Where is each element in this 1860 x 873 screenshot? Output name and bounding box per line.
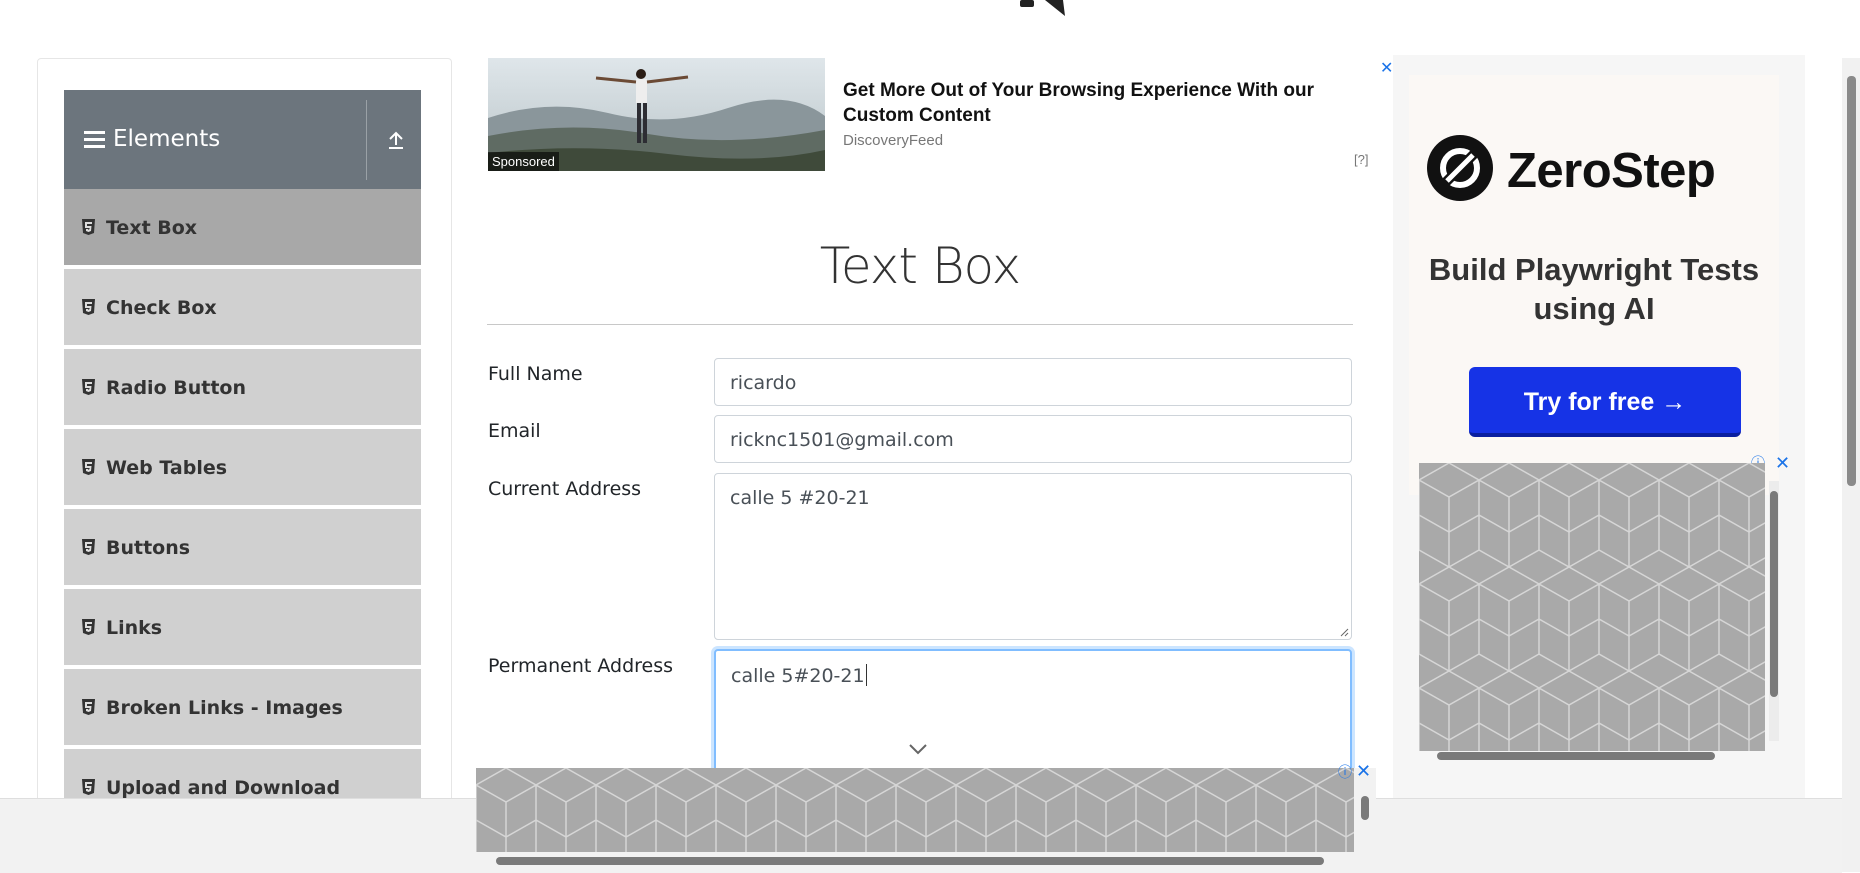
sponsored-ad[interactable]: Sponsored Get More Out of Your Browsing … <box>488 58 1393 171</box>
page-scrollbar[interactable] <box>1842 58 1860 872</box>
zerostep-ad[interactable]: ZeroStep Build Playwright Tests using AI… <box>1393 55 1805 800</box>
zerostep-logo-icon <box>1427 135 1493 201</box>
html5-icon <box>82 539 95 555</box>
ad-placeholder-pattern <box>1419 463 1765 751</box>
bottom-ad[interactable]: ⓘ ✕ <box>476 761 1376 872</box>
ad-vertical-scrollbar[interactable] <box>1769 481 1779 741</box>
try-for-free-button[interactable]: Try for free → <box>1469 367 1741 437</box>
html5-icon <box>82 379 95 395</box>
zerostep-ad-card[interactable]: ZeroStep Build Playwright Tests using AI… <box>1409 75 1779 495</box>
sidebar-item-label: Web Tables <box>106 457 228 479</box>
sidebar-item-label: Buttons <box>106 537 191 559</box>
sidebar-item-text-box[interactable]: Text Box <box>64 189 421 267</box>
email-value: ricknc1501@gmail.com <box>730 429 954 451</box>
site-logo-fragment <box>1020 0 1065 16</box>
sidebar-item-web-tables[interactable]: Web Tables <box>64 429 421 507</box>
resize-handle-icon[interactable] <box>1339 627 1349 637</box>
html5-icon <box>82 619 95 635</box>
sidebar-item-label: Links <box>106 617 163 639</box>
sidebar-item-radio-button[interactable]: Radio Button <box>64 349 421 427</box>
ad-headline[interactable]: Get More Out of Your Browsing Experience… <box>843 78 1353 128</box>
ad-close-icon[interactable]: ✕ <box>1380 58 1393 78</box>
html5-icon <box>82 219 95 235</box>
permanent-address-value: calle 5#20-21 <box>731 665 865 687</box>
ad-photo[interactable]: Sponsored <box>488 58 825 171</box>
html5-icon <box>82 459 95 475</box>
current-address-label: Current Address <box>488 478 642 500</box>
full-name-value: ricardo <box>730 372 797 394</box>
full-name-label: Full Name <box>488 363 583 385</box>
zerostep-brand: ZeroStep <box>1507 144 1716 198</box>
permanent-address-textarea[interactable]: calle 5#20-21 <box>714 649 1352 779</box>
sidebar-item-broken-links[interactable]: Broken Links - Images <box>64 669 421 747</box>
email-input[interactable]: ricknc1501@gmail.com <box>714 415 1352 463</box>
page-title: Text Box <box>819 237 1021 295</box>
ad-close-icon[interactable]: ✕ <box>1356 761 1371 782</box>
ad-horizontal-scrollbar[interactable] <box>476 854 1356 868</box>
current-address-textarea[interactable]: calle 5 #20-21 <box>714 473 1352 640</box>
header-divider <box>366 100 367 180</box>
sidebar-item-buttons[interactable]: Buttons <box>64 509 421 587</box>
sidebar-item-label: Check Box <box>106 297 217 319</box>
ad-source[interactable]: DiscoveryFeed <box>843 132 943 149</box>
elements-group-header[interactable]: Elements <box>64 90 421 189</box>
zerostep-tagline: Build Playwright Tests using AI <box>1428 252 1760 326</box>
chevron-down-icon[interactable] <box>908 743 928 755</box>
ad-vertical-scrollbar[interactable] <box>1359 788 1371 842</box>
ad-close-icon[interactable]: ✕ <box>1775 453 1790 474</box>
sidebar-item-label: Broken Links - Images <box>106 697 343 719</box>
menu-icon <box>84 131 105 148</box>
full-name-input[interactable]: ricardo <box>714 358 1352 406</box>
ad-info-icon[interactable]: ⓘ <box>1338 762 1352 782</box>
html5-icon <box>82 699 95 715</box>
group-title: Elements <box>113 126 221 152</box>
text-cursor <box>865 664 867 686</box>
sidebar-item-check-box[interactable]: Check Box <box>64 269 421 347</box>
ad-placeholder-pattern <box>476 768 1354 852</box>
sponsored-badge: Sponsored <box>488 152 559 171</box>
permanent-address-label: Permanent Address <box>488 655 674 677</box>
collapse-icon[interactable] <box>384 128 408 152</box>
sidebar-item-label: Text Box <box>106 217 198 239</box>
title-divider <box>487 324 1353 325</box>
ad-help-link[interactable]: [?] <box>1354 152 1368 167</box>
sidebar-item-label: Upload and Download <box>106 777 341 799</box>
html5-icon <box>82 299 95 315</box>
ad-horizontal-scrollbar[interactable] <box>1419 749 1765 761</box>
sidebar-item-label: Radio Button <box>106 377 246 399</box>
email-label: Email <box>488 420 541 442</box>
html5-icon <box>82 779 95 795</box>
current-address-value: calle 5 #20-21 <box>730 487 870 509</box>
sidebar-item-links[interactable]: Links <box>64 589 421 667</box>
